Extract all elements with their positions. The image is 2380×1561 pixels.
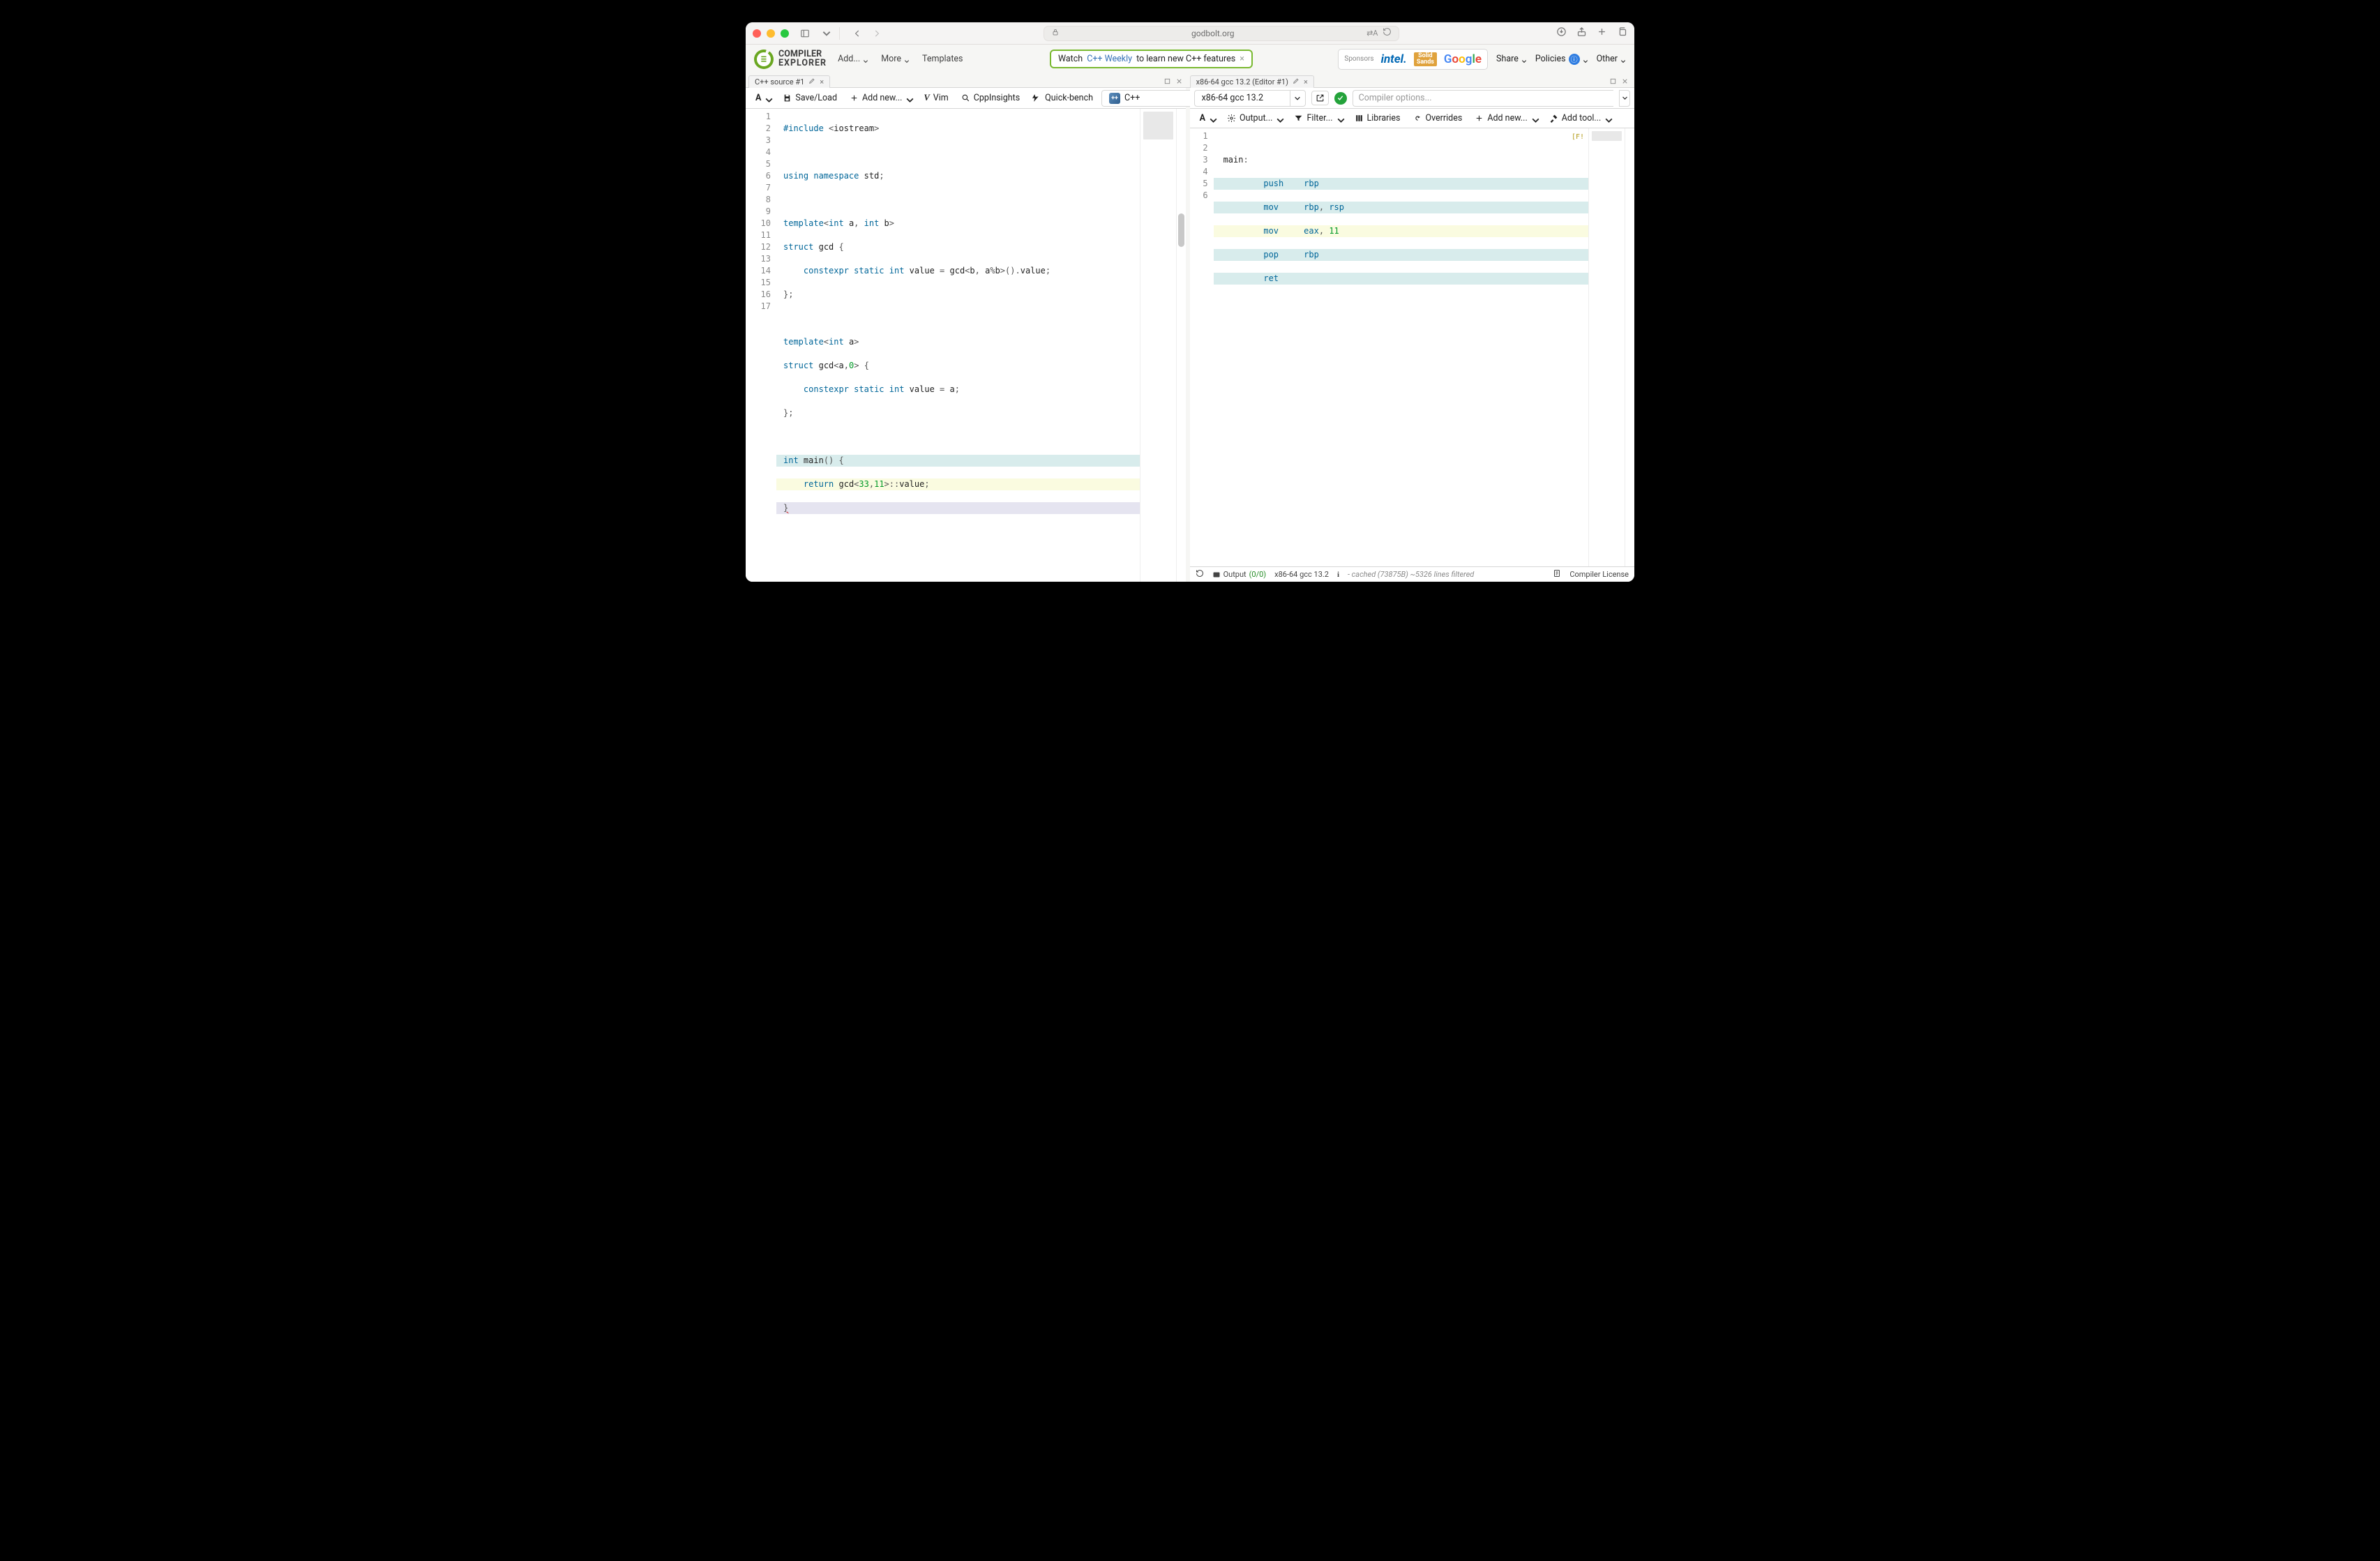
edit-icon[interactable]: [1293, 77, 1300, 86]
chevron-down-icon: [1521, 56, 1527, 62]
minimize-window-button[interactable]: [767, 29, 775, 38]
tabs-icon[interactable]: [1617, 27, 1627, 40]
promo-banner: Watch C++ Weekly to learn new C++ featur…: [1050, 50, 1253, 68]
tab-close-icon[interactable]: ×: [1304, 77, 1308, 86]
browser-window: godbolt.org ⇄A: [746, 22, 1634, 582]
url-text: godbolt.org: [1064, 29, 1363, 38]
add-new-button[interactable]: Add new...: [844, 91, 917, 105]
share-icon[interactable]: [1576, 27, 1587, 40]
sidebar-menu-caret[interactable]: [821, 27, 832, 40]
popout-button[interactable]: [1311, 91, 1329, 105]
recompile-icon[interactable]: [1196, 569, 1204, 580]
line-gutter: 123456789 1011121314151617: [746, 109, 776, 582]
vim-button[interactable]: VVim: [918, 91, 954, 105]
chevron-down-icon: [904, 56, 910, 62]
vertical-scrollbar[interactable]: [1176, 109, 1186, 582]
pane-tabstrip: C++ source #1 × x86-64 gcc 13.2 (Editor …: [746, 74, 1634, 88]
license-icon[interactable]: [1553, 569, 1561, 580]
source-tab[interactable]: C++ source #1 ×: [748, 75, 830, 88]
compiler-options-input[interactable]: Compiler options...: [1353, 90, 1613, 107]
nav-back-button[interactable]: [848, 27, 866, 40]
font-size-button[interactable]: A: [1194, 111, 1220, 126]
promo-link[interactable]: C++ Weekly: [1087, 54, 1132, 64]
source-editor[interactable]: 123456789 1011121314151617 #include <ios…: [746, 109, 1186, 582]
pane-close-icon[interactable]: [1175, 77, 1183, 88]
output-toggle[interactable]: Output (0/0): [1212, 570, 1267, 579]
sponsors-box[interactable]: Sponsors intel. SolidSands Google: [1338, 49, 1488, 70]
compiler-license[interactable]: Compiler License: [1569, 570, 1629, 579]
libraries-button[interactable]: Libraries: [1349, 111, 1406, 126]
policies-badge-icon: ⓘ: [1569, 54, 1580, 65]
filter-menu[interactable]: Filter...: [1288, 111, 1347, 126]
asm-toolbar: A Output... Filter... Libraries: [1190, 109, 1634, 128]
compiler-select[interactable]: x86-64 gcc 13.2: [1194, 90, 1306, 107]
cppinsights-button[interactable]: CppInsights: [956, 91, 1025, 105]
compiler-options-menu[interactable]: [1619, 90, 1630, 107]
font-size-button[interactable]: A: [750, 91, 776, 105]
compiler-toolbar: x86-64 gcc 13.2 Compiler options...: [1190, 88, 1634, 109]
tab-close-icon[interactable]: ×: [820, 77, 824, 86]
chevron-down-icon: [1620, 56, 1626, 62]
add-tool-button[interactable]: Add tool...: [1544, 111, 1616, 126]
new-tab-icon[interactable]: [1597, 27, 1607, 40]
menu-more[interactable]: More: [880, 52, 911, 66]
hdr-policies[interactable]: Policies ⓘ: [1535, 54, 1588, 65]
lock-icon: [1051, 28, 1060, 39]
nav-forward-button[interactable]: [868, 27, 886, 40]
hdr-share[interactable]: Share: [1496, 54, 1527, 64]
asm-decoration: [F!: [1572, 131, 1584, 143]
edit-icon[interactable]: [808, 77, 815, 86]
status-compiler: x86-64 gcc 13.2: [1274, 570, 1329, 579]
site-logo[interactable]: ≡ COMPILER EXPLORER: [754, 50, 827, 69]
source-toolbar: A Save/Load Add new... VVim: [746, 88, 1186, 109]
asm-viewer[interactable]: 123456 [F! main: push rbp mov rbp, rsp m…: [1190, 128, 1634, 566]
compiler-statusbar: Output (0/0) x86-64 gcc 13.2 i - cached …: [1190, 566, 1634, 582]
compiler-pane: x86-64 gcc 13.2 Compiler options...: [1190, 88, 1634, 582]
minimap[interactable]: [1140, 109, 1176, 582]
sponsor-google: Google: [1444, 52, 1482, 66]
menu-add[interactable]: Add...: [836, 52, 870, 66]
reload-icon[interactable]: [1383, 27, 1392, 39]
output-menu[interactable]: Output...: [1221, 111, 1287, 126]
logo-icon: ≡: [754, 50, 774, 69]
pane-close-icon[interactable]: [1621, 77, 1629, 88]
pane-maximize-icon[interactable]: [1609, 77, 1617, 88]
hdr-other[interactable]: Other: [1597, 54, 1626, 64]
overrides-button[interactable]: Overrides: [1407, 111, 1468, 126]
quickbench-button[interactable]: Quick-bench: [1027, 91, 1099, 105]
zoom-window-button[interactable]: [781, 29, 789, 38]
chevron-down-icon: [1583, 56, 1588, 62]
info-icon[interactable]: i: [1337, 571, 1339, 579]
sponsor-solidsands: SolidSands: [1414, 52, 1437, 66]
status-cached: - cached (73875B) ~5326 lines filtered: [1348, 570, 1474, 579]
asm-minimap[interactable]: [1588, 128, 1625, 566]
sidebar-toggle-icon[interactable]: [796, 27, 814, 40]
compiler-tab[interactable]: x86-64 gcc 13.2 (Editor #1) ×: [1190, 75, 1314, 88]
chevron-down-icon: [863, 56, 868, 62]
save-load-button[interactable]: Save/Load: [777, 91, 843, 105]
sponsor-intel: intel.: [1381, 52, 1407, 66]
app-header: ≡ COMPILER EXPLORER Add... More Template…: [746, 45, 1634, 74]
window-controls: [753, 29, 789, 38]
translate-icon[interactable]: ⇄A: [1366, 29, 1378, 38]
pane-maximize-icon[interactable]: [1163, 77, 1171, 88]
add-new-button[interactable]: Add new...: [1469, 111, 1542, 126]
address-bar[interactable]: godbolt.org ⇄A: [1044, 26, 1399, 41]
downloads-icon[interactable]: [1556, 27, 1567, 40]
menu-templates[interactable]: Templates: [921, 52, 964, 66]
cpp-icon: ++: [1109, 93, 1120, 104]
asm-vertical-scrollbar[interactable]: [1625, 128, 1634, 566]
browser-titlebar: godbolt.org ⇄A: [746, 22, 1634, 45]
promo-close-icon[interactable]: ×: [1240, 54, 1244, 64]
source-pane: A Save/Load Add new... VVim: [746, 88, 1186, 582]
asm-gutter: 123456: [1190, 128, 1214, 566]
close-window-button[interactable]: [753, 29, 761, 38]
compile-status-ok-icon: [1334, 92, 1347, 105]
